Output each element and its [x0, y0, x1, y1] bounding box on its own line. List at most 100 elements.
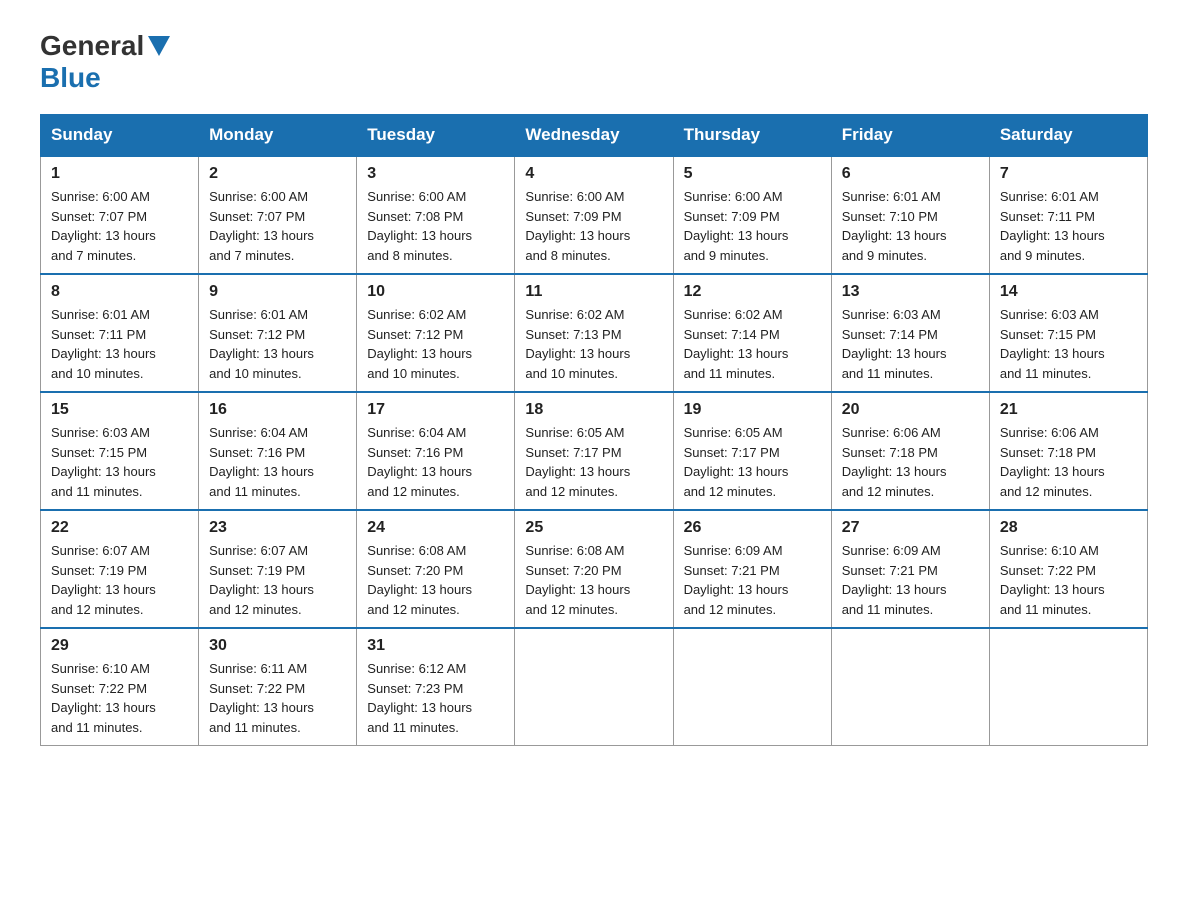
calendar-cell-0-0: 1Sunrise: 6:00 AMSunset: 7:07 PMDaylight…	[41, 156, 199, 274]
calendar-cell-3-1: 23Sunrise: 6:07 AMSunset: 7:19 PMDayligh…	[199, 510, 357, 628]
calendar-cell-2-2: 17Sunrise: 6:04 AMSunset: 7:16 PMDayligh…	[357, 392, 515, 510]
logo-general-text: General	[40, 30, 144, 62]
day-number: 3	[367, 165, 504, 183]
day-info: Sunrise: 6:06 AMSunset: 7:18 PMDaylight:…	[842, 423, 979, 501]
calendar-cell-3-5: 27 Sunrise: 6:09 AMSunset: 7:21 PMDayligh…	[831, 510, 989, 628]
day-info: Sunrise: 6:06 AMSunset: 7:18 PMDaylight:…	[1000, 423, 1137, 501]
day-info: Sunrise: 6:01 AMSunset: 7:11 PMDaylight:…	[51, 305, 188, 383]
day-info: Sunrise: 6:05 AMSunset: 7:17 PMDaylight:…	[684, 423, 821, 501]
day-number: 2	[209, 165, 346, 183]
day-number: 15	[51, 401, 188, 419]
day-number: 5	[684, 165, 821, 183]
day-info: Sunrise: 6:10 AMSunset: 7:22 PMDaylight:…	[51, 659, 188, 737]
calendar-cell-1-4: 12 Sunrise: 6:02 AMSunset: 7:14 PMDayligh…	[673, 274, 831, 392]
day-number: 29	[51, 637, 188, 655]
calendar-cell-0-3: 4 Sunrise: 6:00 AMSunset: 7:09 PMDaylight…	[515, 156, 673, 274]
logo: General Blue	[40, 30, 170, 94]
day-info: Sunrise: 6:09 AMSunset: 7:21 PMDaylight:…	[684, 541, 821, 619]
calendar-cell-4-2: 31Sunrise: 6:12 AMSunset: 7:23 PMDayligh…	[357, 628, 515, 746]
day-number: 27	[842, 519, 979, 537]
calendar-cell-2-3: 18 Sunrise: 6:05 AMSunset: 7:17 PMDayligh…	[515, 392, 673, 510]
week-row-2: 8 Sunrise: 6:01 AMSunset: 7:11 PMDaylight…	[41, 274, 1148, 392]
day-info: Sunrise: 6:08 AMSunset: 7:20 PMDaylight:…	[367, 541, 504, 619]
header-monday: Monday	[199, 115, 357, 157]
calendar-cell-2-1: 16 Sunrise: 6:04 AMSunset: 7:16 PMDayligh…	[199, 392, 357, 510]
week-row-3: 15Sunrise: 6:03 AMSunset: 7:15 PMDayligh…	[41, 392, 1148, 510]
day-info: Sunrise: 6:02 AMSunset: 7:13 PMDaylight:…	[525, 305, 662, 383]
calendar-cell-2-0: 15Sunrise: 6:03 AMSunset: 7:15 PMDayligh…	[41, 392, 199, 510]
day-info: Sunrise: 6:00 AMSunset: 7:09 PMDaylight:…	[684, 187, 821, 265]
logo-triangle-icon	[148, 36, 170, 56]
calendar-cell-3-0: 22 Sunrise: 6:07 AMSunset: 7:19 PMDayligh…	[41, 510, 199, 628]
calendar-cell-1-3: 11 Sunrise: 6:02 AMSunset: 7:13 PMDayligh…	[515, 274, 673, 392]
day-number: 30	[209, 637, 346, 655]
calendar-cell-2-5: 20 Sunrise: 6:06 AMSunset: 7:18 PMDayligh…	[831, 392, 989, 510]
calendar-cell-4-0: 29 Sunrise: 6:10 AMSunset: 7:22 PMDayligh…	[41, 628, 199, 746]
day-info: Sunrise: 6:03 AMSunset: 7:15 PMDaylight:…	[1000, 305, 1137, 383]
day-info: Sunrise: 6:01 AMSunset: 7:11 PMDaylight:…	[1000, 187, 1137, 265]
day-number: 22	[51, 519, 188, 537]
day-number: 8	[51, 283, 188, 301]
week-row-4: 22 Sunrise: 6:07 AMSunset: 7:19 PMDayligh…	[41, 510, 1148, 628]
day-number: 18	[525, 401, 662, 419]
day-info: Sunrise: 6:10 AMSunset: 7:22 PMDaylight:…	[1000, 541, 1137, 619]
day-number: 23	[209, 519, 346, 537]
day-number: 20	[842, 401, 979, 419]
logo-text-row: General	[40, 30, 170, 62]
day-info: Sunrise: 6:03 AMSunset: 7:14 PMDaylight:…	[842, 305, 979, 383]
day-number: 13	[842, 283, 979, 301]
calendar-cell-1-6: 14Sunrise: 6:03 AMSunset: 7:15 PMDayligh…	[989, 274, 1147, 392]
day-number: 4	[525, 165, 662, 183]
calendar-cell-3-4: 26 Sunrise: 6:09 AMSunset: 7:21 PMDayligh…	[673, 510, 831, 628]
calendar-header-row: SundayMondayTuesdayWednesdayThursdayFrid…	[41, 115, 1148, 157]
calendar-cell-4-1: 30 Sunrise: 6:11 AMSunset: 7:22 PMDayligh…	[199, 628, 357, 746]
day-info: Sunrise: 6:01 AMSunset: 7:12 PMDaylight:…	[209, 305, 346, 383]
day-number: 25	[525, 519, 662, 537]
calendar-cell-0-4: 5 Sunrise: 6:00 AMSunset: 7:09 PMDaylight…	[673, 156, 831, 274]
calendar-cell-4-6	[989, 628, 1147, 746]
calendar-cell-4-5	[831, 628, 989, 746]
header-wednesday: Wednesday	[515, 115, 673, 157]
day-info: Sunrise: 6:00 AMSunset: 7:07 PMDaylight:…	[209, 187, 346, 265]
day-number: 26	[684, 519, 821, 537]
day-info: Sunrise: 6:04 AMSunset: 7:16 PMDaylight:…	[209, 423, 346, 501]
day-number: 1	[51, 165, 188, 183]
day-info: Sunrise: 6:09 AMSunset: 7:21 PMDaylight:…	[842, 541, 979, 619]
day-number: 16	[209, 401, 346, 419]
header-saturday: Saturday	[989, 115, 1147, 157]
calendar-cell-1-1: 9Sunrise: 6:01 AMSunset: 7:12 PMDaylight…	[199, 274, 357, 392]
header-thursday: Thursday	[673, 115, 831, 157]
logo-blue-text: Blue	[40, 62, 101, 94]
day-number: 21	[1000, 401, 1137, 419]
day-number: 28	[1000, 519, 1137, 537]
day-info: Sunrise: 6:11 AMSunset: 7:22 PMDaylight:…	[209, 659, 346, 737]
calendar-cell-1-5: 13 Sunrise: 6:03 AMSunset: 7:14 PMDayligh…	[831, 274, 989, 392]
day-info: Sunrise: 6:00 AMSunset: 7:09 PMDaylight:…	[525, 187, 662, 265]
day-info: Sunrise: 6:08 AMSunset: 7:20 PMDaylight:…	[525, 541, 662, 619]
day-number: 19	[684, 401, 821, 419]
day-info: Sunrise: 6:01 AMSunset: 7:10 PMDaylight:…	[842, 187, 979, 265]
day-number: 17	[367, 401, 504, 419]
header-tuesday: Tuesday	[357, 115, 515, 157]
day-number: 24	[367, 519, 504, 537]
day-number: 7	[1000, 165, 1137, 183]
calendar-cell-0-5: 6Sunrise: 6:01 AMSunset: 7:10 PMDaylight…	[831, 156, 989, 274]
day-number: 10	[367, 283, 504, 301]
page-header: General Blue	[40, 30, 1148, 94]
day-info: Sunrise: 6:02 AMSunset: 7:14 PMDaylight:…	[684, 305, 821, 383]
day-info: Sunrise: 6:12 AMSunset: 7:23 PMDaylight:…	[367, 659, 504, 737]
calendar-cell-3-3: 25 Sunrise: 6:08 AMSunset: 7:20 PMDayligh…	[515, 510, 673, 628]
week-row-1: 1 Sunrise: 6:00 AMSunset: 7:07 PMDaylight…	[41, 156, 1148, 274]
day-number: 12	[684, 283, 821, 301]
calendar-cell-3-6: 28 Sunrise: 6:10 AMSunset: 7:22 PMDayligh…	[989, 510, 1147, 628]
calendar-table: SundayMondayTuesdayWednesdayThursdayFrid…	[40, 114, 1148, 746]
day-info: Sunrise: 6:07 AMSunset: 7:19 PMDaylight:…	[51, 541, 188, 619]
day-number: 11	[525, 283, 662, 301]
day-info: Sunrise: 6:05 AMSunset: 7:17 PMDaylight:…	[525, 423, 662, 501]
calendar-cell-0-6: 7 Sunrise: 6:01 AMSunset: 7:11 PMDaylight…	[989, 156, 1147, 274]
header-sunday: Sunday	[41, 115, 199, 157]
calendar-cell-1-2: 10Sunrise: 6:02 AMSunset: 7:12 PMDayligh…	[357, 274, 515, 392]
calendar-cell-4-4	[673, 628, 831, 746]
day-info: Sunrise: 6:00 AMSunset: 7:08 PMDaylight:…	[367, 187, 504, 265]
calendar-cell-0-1: 2 Sunrise: 6:00 AMSunset: 7:07 PMDaylight…	[199, 156, 357, 274]
